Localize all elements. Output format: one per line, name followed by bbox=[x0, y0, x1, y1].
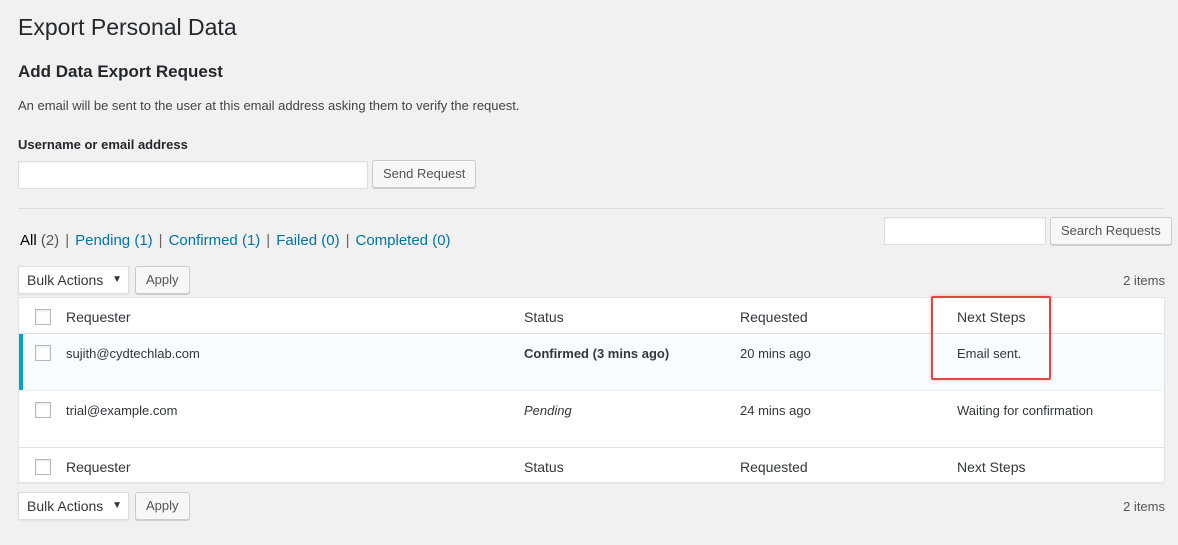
search-requests-input[interactable] bbox=[884, 217, 1046, 245]
filter-failed-label: Failed bbox=[276, 232, 318, 249]
username-email-input[interactable] bbox=[18, 161, 368, 189]
add-request-description: An email will be sent to the user at thi… bbox=[18, 98, 520, 113]
requested-time: 20 mins ago bbox=[740, 346, 811, 361]
filter-failed-count: (0) bbox=[321, 232, 340, 249]
filter-all[interactable]: All (2) bbox=[20, 232, 59, 249]
column-header-requested[interactable]: Requested bbox=[740, 309, 808, 325]
requests-table: Requester Status Requested Next Steps su… bbox=[18, 297, 1165, 483]
row-checkbox[interactable] bbox=[35, 345, 51, 361]
bulk-actions-selected: Bulk Actions bbox=[27, 498, 104, 514]
username-email-label: Username or email address bbox=[18, 137, 188, 152]
chevron-down-icon: ▼ bbox=[112, 500, 122, 511]
filter-completed[interactable]: Completed (0) bbox=[355, 232, 450, 249]
search-requests-button[interactable]: Search Requests bbox=[1050, 217, 1172, 245]
filter-confirmed[interactable]: Confirmed (1) bbox=[169, 232, 261, 249]
table-header-row: Requester Status Requested Next Steps bbox=[19, 298, 1164, 334]
chevron-down-icon: ▼ bbox=[112, 274, 122, 285]
column-footer-next-steps: Next Steps bbox=[957, 459, 1026, 475]
column-footer-requester[interactable]: Requester bbox=[66, 459, 131, 475]
table-footer-row: Requester Status Requested Next Steps bbox=[19, 447, 1164, 483]
page-title: Export Personal Data bbox=[18, 14, 237, 40]
requester-email-link[interactable]: sujith@cydtechlab.com bbox=[66, 346, 200, 361]
status-filter-links: All (2) | Pending (1) | Confirmed (1) | Failed… bbox=[20, 232, 451, 249]
filter-separator: | bbox=[266, 232, 271, 249]
status-text: Confirmed (3 mins ago) bbox=[524, 346, 670, 361]
requested-time: 24 mins ago bbox=[740, 403, 811, 418]
filter-separator: | bbox=[158, 232, 163, 249]
filter-failed[interactable]: Failed (0) bbox=[276, 232, 339, 249]
column-header-next-steps: Next Steps bbox=[957, 309, 1026, 325]
bulk-actions-select-bottom[interactable]: Bulk Actions ▼ bbox=[18, 492, 129, 520]
apply-button-bottom[interactable]: Apply bbox=[135, 492, 190, 520]
select-all-checkbox-footer[interactable] bbox=[35, 459, 51, 475]
next-steps-text: Waiting for confirmation bbox=[957, 403, 1094, 418]
select-all-checkbox[interactable] bbox=[35, 309, 51, 325]
apply-button-top[interactable]: Apply bbox=[135, 266, 190, 294]
table-row: trial@example.com Pending 24 mins ago Wa… bbox=[19, 390, 1164, 447]
column-footer-requested[interactable]: Requested bbox=[740, 459, 808, 475]
filter-confirmed-count: (1) bbox=[241, 232, 261, 249]
filter-separator: | bbox=[65, 232, 70, 249]
filter-pending-count: (1) bbox=[134, 232, 153, 249]
section-divider bbox=[18, 208, 1165, 209]
row-checkbox[interactable] bbox=[35, 402, 51, 418]
requester-email-link[interactable]: trial@example.com bbox=[66, 403, 177, 418]
filter-confirmed-label: Confirmed bbox=[168, 232, 238, 249]
table-row: sujith@cydtechlab.com Confirmed (3 mins … bbox=[19, 334, 1164, 390]
filter-pending[interactable]: Pending (1) bbox=[75, 232, 153, 249]
column-footer-status: Status bbox=[524, 459, 564, 475]
bulk-actions-select-top[interactable]: Bulk Actions ▼ bbox=[18, 266, 129, 294]
column-header-status: Status bbox=[524, 309, 564, 325]
filter-separator: | bbox=[345, 232, 350, 249]
items-count-top: 2 items bbox=[1123, 273, 1165, 288]
bulk-actions-selected: Bulk Actions bbox=[27, 272, 104, 288]
items-count-bottom: 2 items bbox=[1123, 499, 1165, 514]
filter-completed-count: (0) bbox=[432, 232, 451, 249]
status-text: Pending bbox=[524, 403, 572, 418]
column-header-requester[interactable]: Requester bbox=[66, 309, 131, 325]
filter-completed-label: Completed bbox=[355, 232, 429, 249]
filter-all-label: All bbox=[20, 232, 37, 249]
add-request-heading: Add Data Export Request bbox=[18, 62, 223, 81]
next-steps-text: Email sent. bbox=[957, 346, 1022, 361]
send-request-button[interactable]: Send Request bbox=[372, 160, 477, 188]
filter-pending-label: Pending bbox=[75, 232, 131, 249]
filter-all-count: (2) bbox=[40, 232, 60, 249]
